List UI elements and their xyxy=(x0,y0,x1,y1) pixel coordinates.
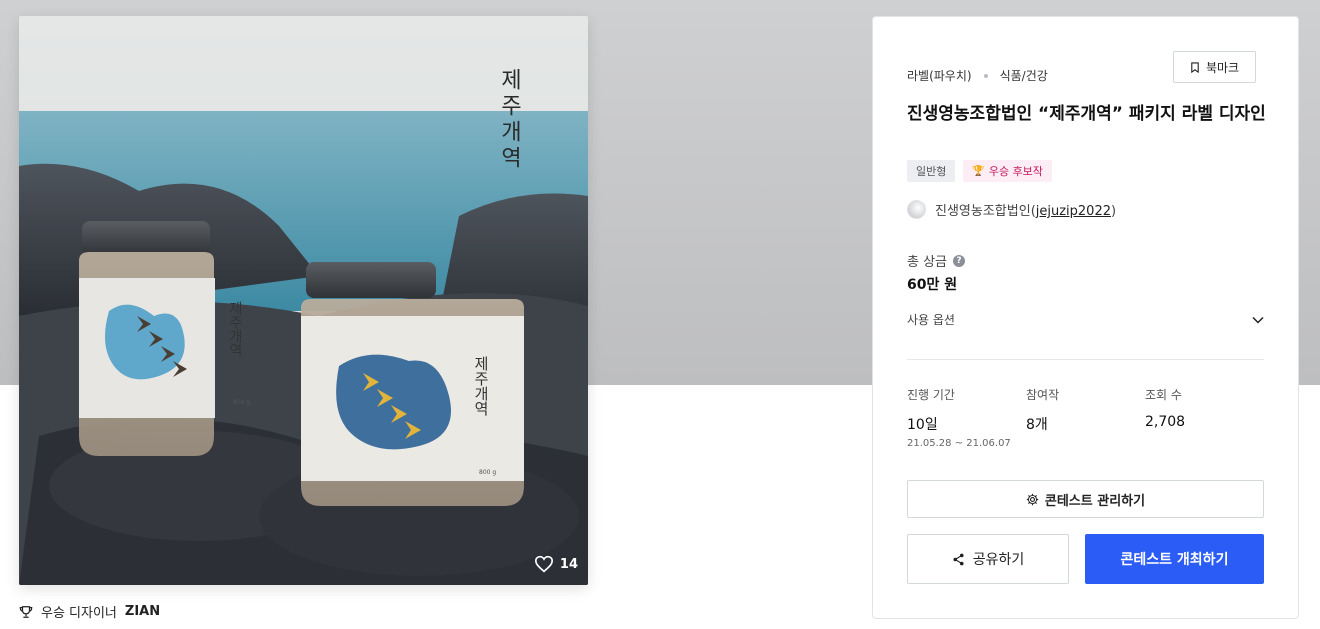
usage-options-toggle[interactable]: 사용 옵션 xyxy=(907,311,1264,328)
views-label: 조회 수 xyxy=(1145,388,1182,402)
stat-period: 진행 기간 10일 21.05.28 ~ 21.06.07 xyxy=(907,386,1026,449)
svg-text:800 g: 800 g xyxy=(233,399,250,406)
help-icon[interactable]: ? xyxy=(953,254,966,267)
share-icon xyxy=(953,553,964,565)
tag-general: 일반형 xyxy=(907,160,956,182)
chevron-down-icon xyxy=(1252,316,1264,324)
prize-label-text: 총 상금 xyxy=(907,255,948,270)
share-label: 공유하기 xyxy=(972,552,1025,568)
host-id-link[interactable]: jejuzip2022 xyxy=(1036,204,1111,219)
period-value: 10일 xyxy=(907,417,938,433)
bookmark-label: 북마크 xyxy=(1205,60,1240,75)
bookmark-icon xyxy=(1191,61,1199,73)
host-name: 진생영농조합법인 xyxy=(935,204,1031,219)
category-separator xyxy=(983,73,988,78)
product-photo: 제주개역 800 g 제주개역 800 g 제주개역 xyxy=(19,16,588,585)
like-button[interactable]: 14 xyxy=(534,555,578,573)
contest-info-panel: 라벨(파우치) 식품/건강 북마크 진생영농조합법인 “제주개역” 패키지 라벨… xyxy=(872,16,1299,619)
host-info: 진생영농조합법인(jejuzip2022) xyxy=(907,200,1116,219)
like-count: 14 xyxy=(559,556,578,572)
jar-label-text-right: 제주개역 xyxy=(472,356,490,416)
category-breadcrumb: 라벨(파우치) 식품/건강 xyxy=(907,67,1048,84)
winner-label: 우승 디자이너 xyxy=(41,606,117,621)
category-primary[interactable]: 라벨(파우치) xyxy=(907,67,972,84)
bookmark-button[interactable]: 북마크 xyxy=(1173,51,1256,83)
prize-label: 총 상금 ? xyxy=(907,251,966,270)
manage-contest-button[interactable]: 콘테스트 관리하기 xyxy=(907,480,1264,518)
prize-value: 60만 원 xyxy=(907,277,958,293)
tag-list: 일반형 🏆 우승 후보작 xyxy=(907,160,1052,182)
tag-award-label: 우승 후보작 xyxy=(988,165,1043,178)
entries-value: 8개 xyxy=(1026,417,1048,433)
period-range: 21.05.28 ~ 21.06.07 xyxy=(907,438,1011,449)
winner-info: 우승 디자이너 ZIAN xyxy=(19,602,160,621)
heart-icon xyxy=(534,555,553,573)
entries-label: 참여작 xyxy=(1026,388,1060,402)
tag-award: 🏆 우승 후보작 xyxy=(963,160,1052,182)
entry-image[interactable]: 제주개역 800 g 제주개역 800 g 제주개역 14 xyxy=(19,16,588,585)
gear-icon xyxy=(1026,493,1039,505)
trophy-icon xyxy=(19,605,33,618)
stat-views: 조회 수 2,708 xyxy=(1145,386,1264,449)
period-label: 진행 기간 xyxy=(907,388,955,402)
manage-contest-label: 콘테스트 관리하기 xyxy=(1044,493,1146,509)
winner-name[interactable]: ZIAN xyxy=(125,604,160,619)
svg-text:800 g: 800 g xyxy=(479,469,496,476)
share-button[interactable]: 공유하기 xyxy=(907,534,1069,584)
contest-stats: 진행 기간 10일 21.05.28 ~ 21.06.07 참여작 8개 조회 … xyxy=(907,386,1264,449)
stat-entries: 참여작 8개 xyxy=(1026,386,1145,449)
trophy-icon: 🏆 xyxy=(972,165,985,177)
jar-label-text-left: 제주개역 xyxy=(227,301,243,357)
host-contest-button[interactable]: 콘테스트 개최하기 xyxy=(1085,534,1264,584)
usage-options-label: 사용 옵션 xyxy=(907,313,955,327)
vertical-brand-text: 제주개역 xyxy=(497,68,522,172)
contest-title: 진생영농조합법인 “제주개역” 패키지 라벨 디자인 xyxy=(907,104,1266,124)
category-secondary[interactable]: 식품/건강 xyxy=(1000,67,1048,84)
views-value: 2,708 xyxy=(1145,414,1186,430)
divider xyxy=(907,359,1264,360)
avatar[interactable] xyxy=(907,200,926,219)
